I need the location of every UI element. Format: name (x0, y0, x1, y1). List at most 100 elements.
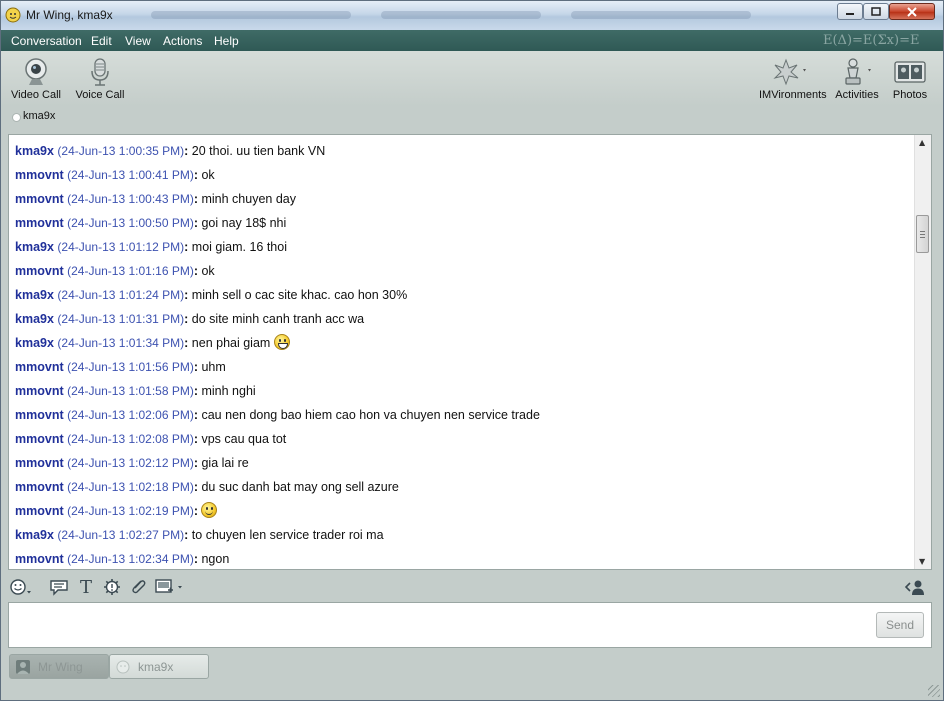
conversation-tabs: Mr Wing kma9x (1, 652, 943, 700)
minimize-button[interactable] (837, 3, 863, 20)
message-sender[interactable]: mmovnt (15, 168, 64, 182)
scroll-up-icon[interactable]: ▲ (919, 138, 925, 147)
close-button[interactable] (889, 3, 935, 20)
message-timestamp: (24-Jun-13 1:00:50 PM) (67, 216, 194, 230)
imvironments-button[interactable]: IMVironments (759, 56, 827, 101)
resize-grip[interactable] (928, 685, 940, 697)
menu-actions[interactable]: Actions (163, 34, 202, 48)
contact-panel-icon (904, 580, 924, 595)
avatar-icon (16, 660, 30, 674)
message-row: kma9x (24-Jun-13 1:01:12 PM): moi giam. … (15, 237, 287, 257)
message-row: mmovnt (24-Jun-13 1:00:41 PM): ok (15, 165, 215, 185)
settings-icon (104, 579, 120, 595)
scrollbar-thumb[interactable] (916, 215, 929, 253)
voice-call-label: Voice Call (75, 89, 125, 101)
maximize-button[interactable] (863, 3, 889, 20)
tab-kma9x[interactable]: kma9x (109, 654, 209, 679)
contact-name[interactable]: kma9x (23, 110, 55, 122)
message-sender[interactable]: mmovnt (15, 480, 64, 494)
message-text: goi nay 18$ nhi (201, 216, 287, 230)
message-row: mmovnt (24-Jun-13 1:02:19 PM): (15, 501, 218, 521)
message-timestamp: (24-Jun-13 1:01:56 PM) (67, 360, 194, 374)
contact-header: kma9x (1, 107, 943, 129)
menu-edit[interactable]: Edit (91, 34, 112, 48)
message-separator: : (184, 336, 192, 350)
message-text: ngon (201, 552, 230, 566)
title-bar[interactable]: Mr Wing, kma9x (1, 1, 943, 30)
message-separator: : (184, 312, 192, 326)
attach-button[interactable] (127, 577, 149, 597)
message-sender[interactable]: kma9x (15, 312, 54, 326)
tab-mr-wing[interactable]: Mr Wing (9, 654, 109, 679)
message-sender[interactable]: mmovnt (15, 432, 64, 446)
menu-view[interactable]: View (125, 34, 151, 48)
message-sender[interactable]: kma9x (15, 336, 54, 350)
message-text: moi giam. 16 thoi (191, 240, 287, 254)
message-text: uhm (201, 360, 226, 374)
message-row: kma9x (24-Jun-13 1:01:24 PM): minh sell … (15, 285, 407, 305)
imvironments-label: IMVironments (759, 89, 827, 101)
message-sender[interactable]: mmovnt (15, 192, 64, 206)
message-row: kma9x (24-Jun-13 1:00:35 PM): 20 thoi. u… (15, 141, 325, 161)
message-input[interactable]: Send (8, 602, 932, 648)
photos-button[interactable]: Photos (892, 56, 928, 101)
message-row: mmovnt (24-Jun-13 1:02:06 PM): cau nen d… (15, 405, 540, 425)
nudge-button[interactable] (48, 577, 70, 597)
messenger-icon (5, 7, 21, 23)
emoticon-menu-button[interactable] (10, 577, 32, 597)
message-sender[interactable]: mmovnt (15, 264, 64, 278)
send-button[interactable]: Send (876, 612, 924, 638)
menu-bar: Conversation Edit View Actions Help E(Δ)… (1, 30, 943, 51)
message-sender[interactable]: mmovnt (15, 456, 64, 470)
close-icon (907, 6, 917, 17)
tab-label: Mr Wing (38, 660, 83, 674)
imvironments-icon (773, 58, 806, 86)
message-sender[interactable]: mmovnt (15, 216, 64, 230)
chat-history[interactable]: kma9x (24-Jun-13 1:00:35 PM): 20 thoi. u… (8, 134, 932, 570)
screenshot-icon (155, 579, 182, 593)
contact-panel-button[interactable] (904, 577, 926, 597)
message-row: mmovnt (24-Jun-13 1:02:08 PM): vps cau q… (15, 429, 286, 449)
message-timestamp: (24-Jun-13 1:00:43 PM) (67, 192, 194, 206)
emoticon-mouth (277, 342, 288, 349)
message-row: mmovnt (24-Jun-13 1:01:56 PM): uhm (15, 357, 226, 377)
message-text: 20 thoi. uu tien bank VN (191, 144, 326, 158)
message-separator: : (184, 288, 192, 302)
screenshot-button[interactable] (154, 577, 186, 597)
message-row: mmovnt (24-Jun-13 1:00:43 PM): minh chuy… (15, 189, 296, 209)
menu-help[interactable]: Help (214, 34, 239, 48)
message-sender[interactable]: mmovnt (15, 552, 64, 566)
emoticon-eye (206, 506, 209, 510)
message-sender[interactable]: mmovnt (15, 408, 64, 422)
settings-button[interactable] (101, 577, 123, 597)
emoticon-mouth (205, 511, 214, 515)
message-sender[interactable]: mmovnt (15, 384, 64, 398)
grip-line (920, 234, 925, 235)
text-format-icon[interactable]: T (75, 577, 97, 598)
message-text: minh chuyen day (201, 192, 296, 206)
message-text: vps cau qua tot (201, 432, 287, 446)
message-sender[interactable]: kma9x (15, 144, 54, 158)
tab-label: kma9x (138, 660, 174, 674)
photos-label: Photos (892, 89, 928, 101)
message-sender[interactable]: mmovnt (15, 360, 64, 374)
message-text: to chuyen len service trader roi ma (191, 528, 384, 542)
toolbar: Video Call Voice Call IMVironments Activ… (1, 51, 943, 106)
message-timestamp: (24-Jun-13 1:02:08 PM) (67, 432, 194, 446)
voice-call-button[interactable]: Voice Call (75, 56, 125, 101)
message-sender[interactable]: mmovnt (15, 504, 64, 518)
message-timestamp: (24-Jun-13 1:01:58 PM) (67, 384, 194, 398)
smile-emoticon-icon (201, 501, 218, 518)
message-text: minh nghi (201, 384, 256, 398)
video-call-button[interactable]: Video Call (9, 56, 63, 101)
scroll-down-icon[interactable]: ▼ (919, 557, 925, 566)
menu-conversation[interactable]: Conversation (11, 34, 82, 48)
message-row: mmovnt (24-Jun-13 1:02:34 PM): ngon (15, 549, 229, 569)
activities-button[interactable]: Activities (835, 56, 879, 101)
attach-icon (132, 580, 146, 594)
message-sender[interactable]: kma9x (15, 240, 54, 254)
vertical-scrollbar[interactable]: ▲ ▼ (914, 135, 931, 569)
message-row: mmovnt (24-Jun-13 1:01:58 PM): minh nghi (15, 381, 256, 401)
message-sender[interactable]: kma9x (15, 528, 54, 542)
message-sender[interactable]: kma9x (15, 288, 54, 302)
